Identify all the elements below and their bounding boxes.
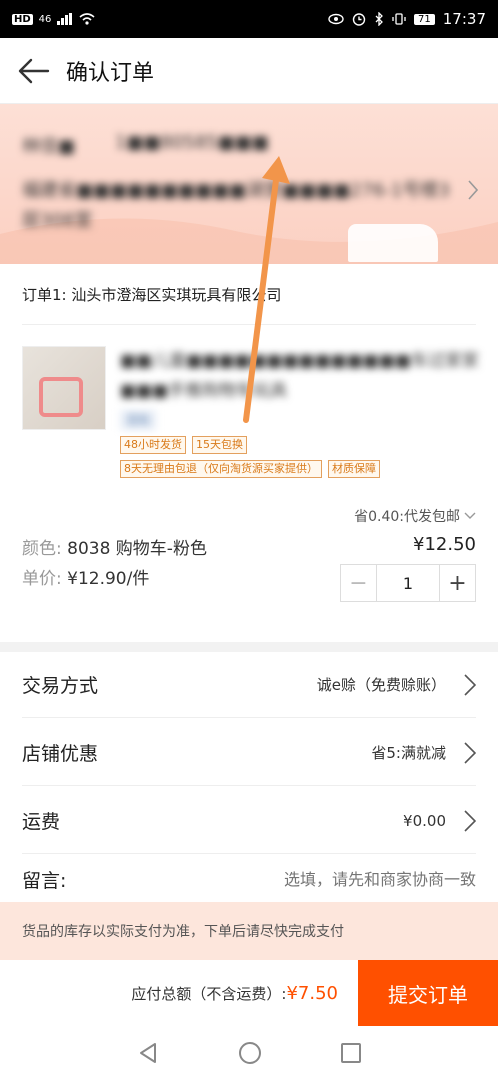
shipping-fee-label: 运费 [22, 811, 61, 833]
back-arrow-icon[interactable] [16, 53, 52, 89]
increase-button[interactable]: + [439, 565, 475, 601]
page-title: 确认订单 [66, 60, 155, 86]
service-tag: 15天包换 [192, 436, 247, 454]
chevron-right-icon [464, 809, 476, 832]
shipping-fee-value: ¥0.00 [403, 811, 446, 830]
shopping-cart-toy-image [39, 377, 83, 417]
shop-coupon-value: 省5:满就减 [371, 744, 446, 762]
recipient-phone: 1■■80585■■■ [115, 132, 269, 153]
vibrate-icon [392, 13, 406, 25]
order-options: 交易方式 诚e赊（免费赊账） 店铺优惠 省5:满就减 运费 ¥0.00 留言: [0, 652, 498, 902]
submit-order-button[interactable]: 提交订单 [358, 960, 498, 1026]
decrease-button[interactable]: − [341, 565, 377, 601]
unit-price-value: ¥12.90/件 [67, 569, 150, 589]
battery-icon: 71 [414, 13, 435, 25]
mix-batch-tag: 混批 [120, 410, 157, 430]
product-thumbnail[interactable] [22, 346, 106, 430]
nav-recents-icon[interactable] [341, 1043, 361, 1063]
payment-notice: 货品的库存以实际支付为准，下单后请尽快完成支付 [0, 902, 498, 960]
alarm-icon [352, 13, 366, 26]
total-value: ¥7.50 [286, 982, 338, 1004]
hd-icon: HD [12, 13, 33, 25]
product-spec: 颜色: 8038 购物车-粉色 [22, 534, 207, 559]
status-right: 71 17:37 [328, 10, 486, 28]
page-header: 确认订单 [0, 38, 498, 104]
shipping-promo[interactable]: 省0.40:代发包邮 [354, 506, 476, 526]
wifi-icon [79, 13, 95, 25]
total-label: 应付总额（不含运费）: [131, 984, 287, 1003]
shop-coupon-label: 店铺优惠 [22, 743, 99, 765]
eye-icon [328, 13, 344, 25]
shop-name: 订单1: 汕头市澄海区实琪玩具有限公司 [22, 286, 282, 304]
recipient-name: 林佳■ [22, 136, 76, 157]
service-tags-row-2: 8天无理由包退（仅向淘货源买家提供） 材质保障 [120, 460, 380, 478]
checkout-footer: 应付总额（不含运费）: ¥7.50 提交订单 [0, 960, 498, 1026]
trade-method-label: 交易方式 [22, 675, 99, 697]
chevron-down-icon [464, 512, 476, 519]
spec-value: 8038 购物车-粉色 [67, 539, 207, 559]
message-input[interactable] [236, 869, 476, 889]
order-card: 订单1: 汕头市澄海区实琪玩具有限公司 ■■儿童■■■■■■■■■■■■■■车过… [0, 264, 498, 642]
service-tags-row-1: 48小时发货 15天包换 [120, 436, 247, 454]
promo-text: 省0.40:代发包邮 [354, 509, 460, 525]
signal-bars-icon [57, 13, 73, 25]
quantity-stepper: − 1 + [340, 564, 476, 602]
item-price: ¥12.50 [413, 534, 476, 555]
shipping-fee-row[interactable]: 运费 ¥0.00 [22, 788, 476, 854]
message-label: 留言: [22, 869, 67, 892]
spec-label: 颜色: [22, 539, 62, 559]
chevron-right-icon [468, 180, 479, 204]
chevron-right-icon [464, 741, 476, 764]
status-left: HD 46 [12, 13, 95, 25]
shop-coupon-row[interactable]: 店铺优惠 省5:满就减 [22, 720, 476, 786]
unit-price-label: 单价: [22, 569, 62, 589]
signal-icon: 46 [38, 13, 52, 25]
status-bar: HD 46 71 17:37 [0, 0, 498, 38]
divider [22, 324, 476, 325]
trade-method-value: 诚e赊（免费赊账） [316, 676, 446, 694]
bluetooth-icon [375, 12, 383, 26]
address-card[interactable]: 林佳■ 1■■80585■■■ 福建省■■■■■■■■■■湖里■■■■276-1… [0, 104, 498, 264]
message-row: 留言: [22, 856, 476, 902]
clock: 17:37 [442, 10, 486, 28]
nav-home-icon[interactable] [239, 1042, 261, 1064]
quantity-value[interactable]: 1 [377, 565, 439, 601]
service-tag: 材质保障 [328, 460, 380, 478]
recipient-row: 林佳■ 1■■80585■■■ [22, 132, 269, 158]
system-nav-bar [0, 1026, 498, 1080]
delivery-truck-icon [348, 224, 438, 262]
trade-method-row[interactable]: 交易方式 诚e赊（免费赊账） [22, 652, 476, 718]
unit-price: 单价: ¥12.90/件 [22, 564, 149, 589]
chevron-right-icon [464, 673, 476, 696]
service-tag: 8天无理由包退（仅向淘货源买家提供） [120, 460, 322, 478]
product-title[interactable]: ■■儿童■■■■■■■■■■■■■■车过家家■■■手推购物车玩具 [120, 346, 480, 406]
service-tag: 48小时发货 [120, 436, 186, 454]
nav-back-icon[interactable] [137, 1042, 159, 1064]
